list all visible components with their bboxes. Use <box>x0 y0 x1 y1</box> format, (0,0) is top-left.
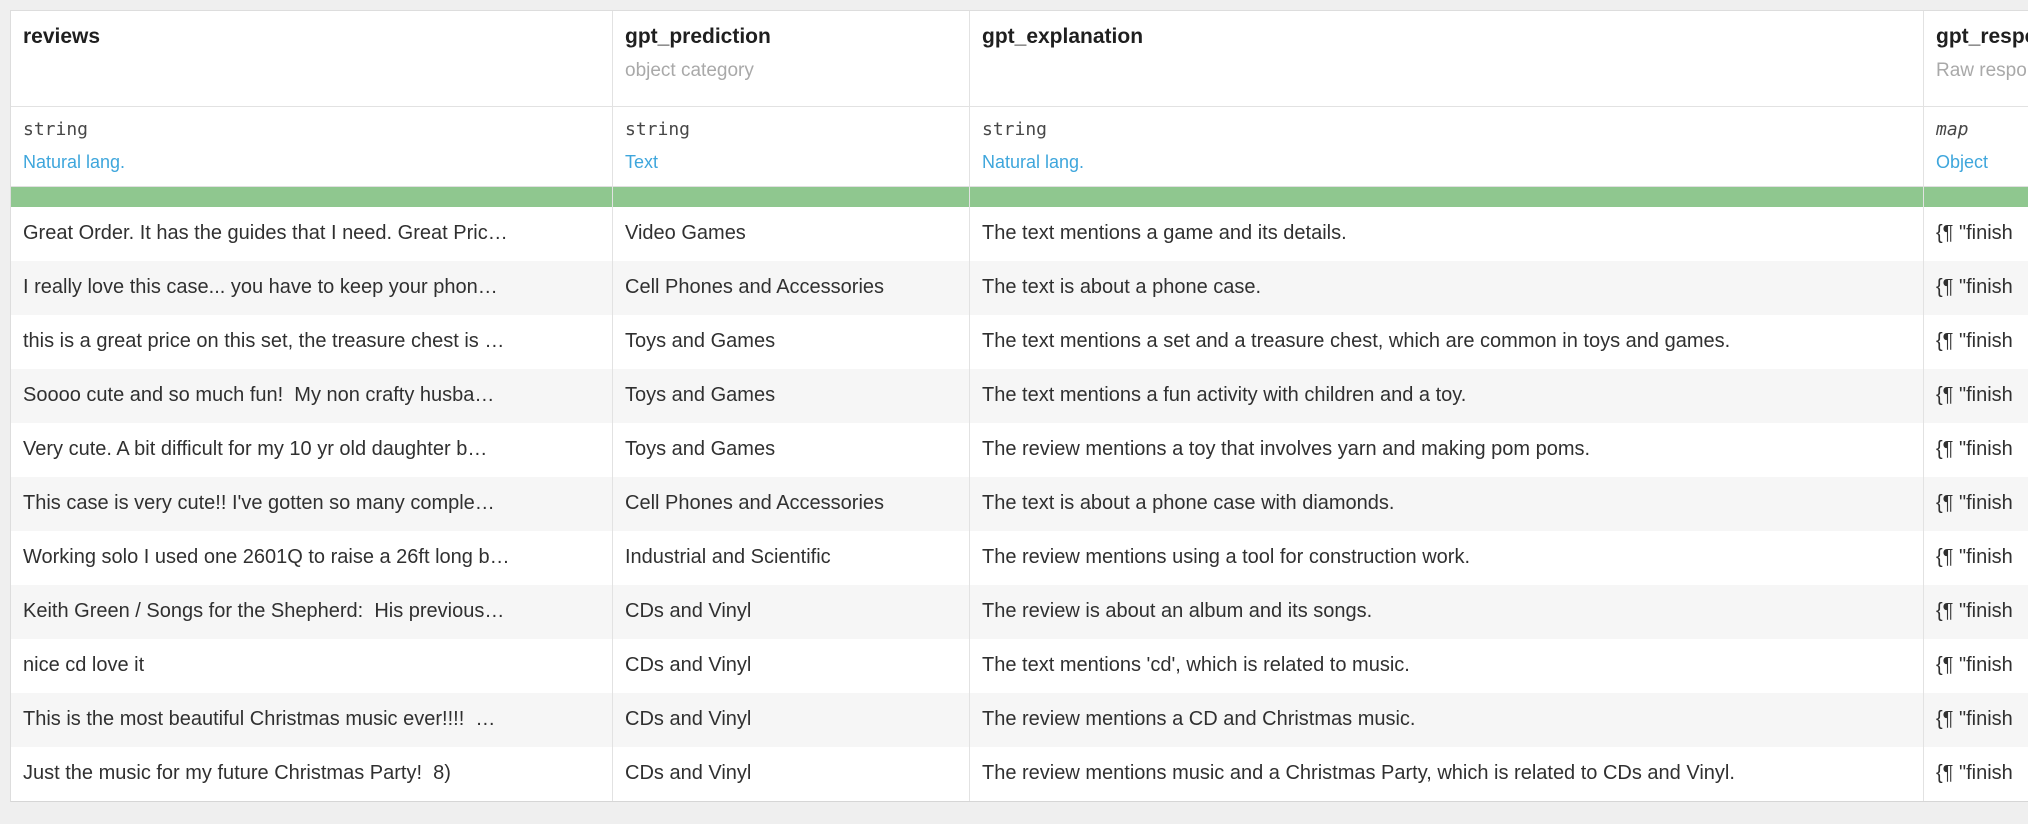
cell-gpt_prediction: CDs and Vinyl <box>613 639 970 693</box>
column-subtitle: object category <box>625 60 957 82</box>
cell-gpt_explanation: The text mentions a fun activity with ch… <box>970 369 1924 423</box>
column-title: gpt_prediction <box>625 25 957 49</box>
cell-gpt_explanation: The review mentions a toy that involves … <box>970 423 1924 477</box>
column-title: gpt_respo <box>1936 25 2028 49</box>
cell-gpt_respo: {¶ "finish <box>1924 315 2028 369</box>
cell-gpt_explanation: The text mentions a set and a treasure c… <box>970 315 1924 369</box>
cell-reviews: This case is very cute!! I've gotten so … <box>11 477 613 531</box>
table-body: Great Order. It has the guides that I ne… <box>11 207 2028 801</box>
table-row[interactable]: This case is very cute!! I've gotten so … <box>11 477 2028 531</box>
semantic-type-link[interactable]: Text <box>625 152 957 173</box>
cell-reviews: Very cute. A bit difficult for my 10 yr … <box>11 423 613 477</box>
column-header-reviews[interactable]: reviews <box>11 11 613 106</box>
cell-reviews: nice cd love it <box>11 639 613 693</box>
cell-reviews: I really love this case... you have to k… <box>11 261 613 315</box>
cell-gpt_prediction: Industrial and Scientific <box>613 531 970 585</box>
type-row: string Natural lang. string Text string … <box>11 106 2028 186</box>
semantic-type-link[interactable]: Natural lang. <box>982 152 1911 173</box>
cell-gpt_explanation: The review mentions music and a Christma… <box>970 747 1924 801</box>
table-row[interactable]: Keith Green / Songs for the Shepherd: Hi… <box>11 585 2028 639</box>
cell-gpt_explanation: The text mentions 'cd', which is related… <box>970 639 1924 693</box>
column-header-gpt_respo[interactable]: gpt_respo Raw respo <box>1924 11 2028 106</box>
cell-gpt_respo: {¶ "finish <box>1924 585 2028 639</box>
column-dtype: string <box>23 119 600 140</box>
cell-gpt_prediction: Cell Phones and Accessories <box>613 261 970 315</box>
highlight-bar-cell <box>970 187 1924 207</box>
cell-gpt_respo: {¶ "finish <box>1924 369 2028 423</box>
table-row[interactable]: Soooo cute and so much fun! My non craft… <box>11 369 2028 423</box>
highlight-bar-cell <box>11 187 613 207</box>
cell-reviews: Working solo I used one 2601Q to raise a… <box>11 531 613 585</box>
cell-gpt_prediction: Toys and Games <box>613 369 970 423</box>
cell-gpt_prediction: Video Games <box>613 207 970 261</box>
cell-gpt_respo: {¶ "finish <box>1924 207 2028 261</box>
cell-gpt_respo: {¶ "finish <box>1924 531 2028 585</box>
cell-reviews: Great Order. It has the guides that I ne… <box>11 207 613 261</box>
cell-gpt_explanation: The review is about an album and its son… <box>970 585 1924 639</box>
cell-reviews: Soooo cute and so much fun! My non craft… <box>11 369 613 423</box>
column-type-gpt_respo: map Object <box>1924 107 2028 186</box>
cell-gpt_explanation: The review mentions using a tool for con… <box>970 531 1924 585</box>
table-row[interactable]: I really love this case... you have to k… <box>11 261 2028 315</box>
column-title: gpt_explanation <box>982 25 1911 49</box>
column-dtype: map <box>1936 119 2028 140</box>
highlight-bar-cell <box>613 187 970 207</box>
cell-gpt_explanation: The text is about a phone case. <box>970 261 1924 315</box>
cell-gpt_respo: {¶ "finish <box>1924 693 2028 747</box>
cell-gpt_explanation: The review mentions a CD and Christmas m… <box>970 693 1924 747</box>
cell-gpt_prediction: Toys and Games <box>613 423 970 477</box>
table-row[interactable]: Great Order. It has the guides that I ne… <box>11 207 2028 261</box>
semantic-type-link[interactable]: Object <box>1936 152 2028 173</box>
cell-gpt_prediction: CDs and Vinyl <box>613 585 970 639</box>
column-dtype: string <box>625 119 957 140</box>
cell-reviews: This is the most beautiful Christmas mus… <box>11 693 613 747</box>
cell-gpt_prediction: Cell Phones and Accessories <box>613 477 970 531</box>
column-header-gpt_prediction[interactable]: gpt_prediction object category <box>613 11 970 106</box>
column-type-gpt_explanation: string Natural lang. <box>970 107 1924 186</box>
dataset-table: reviews gpt_prediction object category g… <box>10 10 2028 802</box>
table-row[interactable]: nice cd love itCDs and VinylThe text men… <box>11 639 2028 693</box>
highlight-row <box>11 186 2028 207</box>
cell-gpt_prediction: CDs and Vinyl <box>613 693 970 747</box>
column-title: reviews <box>23 25 600 49</box>
highlight-bar-cell <box>1924 187 2028 207</box>
cell-reviews: Keith Green / Songs for the Shepherd: Hi… <box>11 585 613 639</box>
cell-gpt_respo: {¶ "finish <box>1924 747 2028 801</box>
cell-gpt_respo: {¶ "finish <box>1924 639 2028 693</box>
table-row[interactable]: This is the most beautiful Christmas mus… <box>11 693 2028 747</box>
cell-reviews: this is a great price on this set, the t… <box>11 315 613 369</box>
column-header-gpt_explanation[interactable]: gpt_explanation <box>970 11 1924 106</box>
cell-gpt_respo: {¶ "finish <box>1924 261 2028 315</box>
table-row[interactable]: Working solo I used one 2601Q to raise a… <box>11 531 2028 585</box>
table-row[interactable]: Very cute. A bit difficult for my 10 yr … <box>11 423 2028 477</box>
column-type-gpt_prediction: string Text <box>613 107 970 186</box>
header-row: reviews gpt_prediction object category g… <box>11 11 2028 106</box>
cell-gpt_explanation: The text mentions a game and its details… <box>970 207 1924 261</box>
column-dtype: string <box>982 119 1911 140</box>
cell-reviews: Just the music for my future Christmas P… <box>11 747 613 801</box>
cell-gpt_prediction: CDs and Vinyl <box>613 747 970 801</box>
column-type-reviews: string Natural lang. <box>11 107 613 186</box>
semantic-type-link[interactable]: Natural lang. <box>23 152 600 173</box>
table-row[interactable]: Just the music for my future Christmas P… <box>11 747 2028 801</box>
cell-gpt_prediction: Toys and Games <box>613 315 970 369</box>
cell-gpt_respo: {¶ "finish <box>1924 477 2028 531</box>
column-subtitle: Raw respo <box>1936 60 2028 82</box>
cell-gpt_respo: {¶ "finish <box>1924 423 2028 477</box>
cell-gpt_explanation: The text is about a phone case with diam… <box>970 477 1924 531</box>
table-row[interactable]: this is a great price on this set, the t… <box>11 315 2028 369</box>
